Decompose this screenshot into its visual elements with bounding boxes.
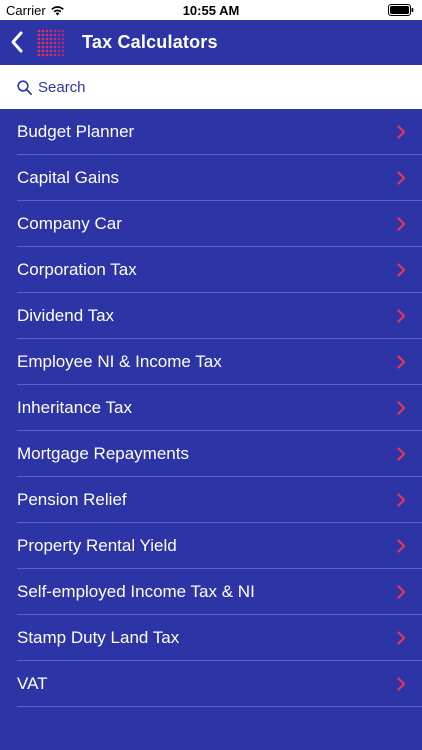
list-item[interactable]: Company Car (0, 201, 422, 247)
chevron-right-icon (397, 585, 406, 599)
app-logo-icon (37, 29, 65, 57)
list-divider (17, 706, 422, 707)
navigation-bar: Tax Calculators (0, 20, 422, 65)
chevron-right-icon (397, 125, 406, 139)
chevron-right-icon (397, 401, 406, 415)
chevron-right-icon (397, 263, 406, 277)
list-item[interactable]: VAT (0, 661, 422, 707)
list-item-label: Corporation Tax (17, 260, 137, 279)
calculator-list: Budget Planner Capital Gains Company Car Co… (0, 109, 422, 707)
chevron-right-icon (397, 447, 406, 461)
chevron-right-icon (397, 493, 406, 507)
chevron-right-icon (397, 217, 406, 231)
list-item-label: Pension Relief (17, 490, 127, 509)
list-item[interactable]: Employee NI & Income Tax (0, 339, 422, 385)
status-time: 10:55 AM (182, 3, 240, 18)
search-icon (17, 80, 32, 95)
search-input[interactable] (38, 77, 398, 97)
list-item[interactable]: Pension Relief (0, 477, 422, 523)
list-item[interactable]: Corporation Tax (0, 247, 422, 293)
list-item-label: VAT (17, 674, 48, 693)
list-item-label: Inheritance Tax (17, 398, 132, 417)
list-item[interactable]: Budget Planner (0, 109, 422, 155)
chevron-right-icon (397, 355, 406, 369)
list-item-label: Capital Gains (17, 168, 120, 187)
search-bar[interactable] (0, 65, 422, 109)
battery-icon (388, 4, 414, 16)
list-item-label: Employee NI & Income Tax (17, 352, 222, 371)
chevron-right-icon (397, 539, 406, 553)
list-item[interactable]: Dividend Tax (0, 293, 422, 339)
list-item[interactable]: Self-employed Income Tax & NI (0, 569, 422, 615)
list-item[interactable]: Property Rental Yield (0, 523, 422, 569)
chevron-right-icon (397, 631, 406, 645)
page-title: Tax Calculators (82, 32, 218, 52)
list-item-label: Budget Planner (17, 122, 135, 141)
status-bar: Carrier 10:55 AM (0, 0, 422, 20)
list-item-label: Self-employed Income Tax & NI (17, 582, 255, 601)
list-item[interactable]: Mortgage Repayments (0, 431, 422, 477)
list-item-label: Mortgage Repayments (17, 444, 189, 463)
list-item-label: Stamp Duty Land Tax (17, 628, 180, 647)
chevron-right-icon (397, 677, 406, 691)
chevron-right-icon (397, 171, 406, 185)
list-item-label: Company Car (17, 214, 122, 233)
list-item-label: Property Rental Yield (17, 536, 177, 555)
back-button[interactable] (6, 28, 28, 56)
list-item[interactable]: Stamp Duty Land Tax (0, 615, 422, 661)
chevron-right-icon (397, 309, 406, 323)
list-item[interactable]: Inheritance Tax (0, 385, 422, 431)
list-item-label: Dividend Tax (17, 306, 115, 325)
list-item[interactable]: Capital Gains (0, 155, 422, 201)
